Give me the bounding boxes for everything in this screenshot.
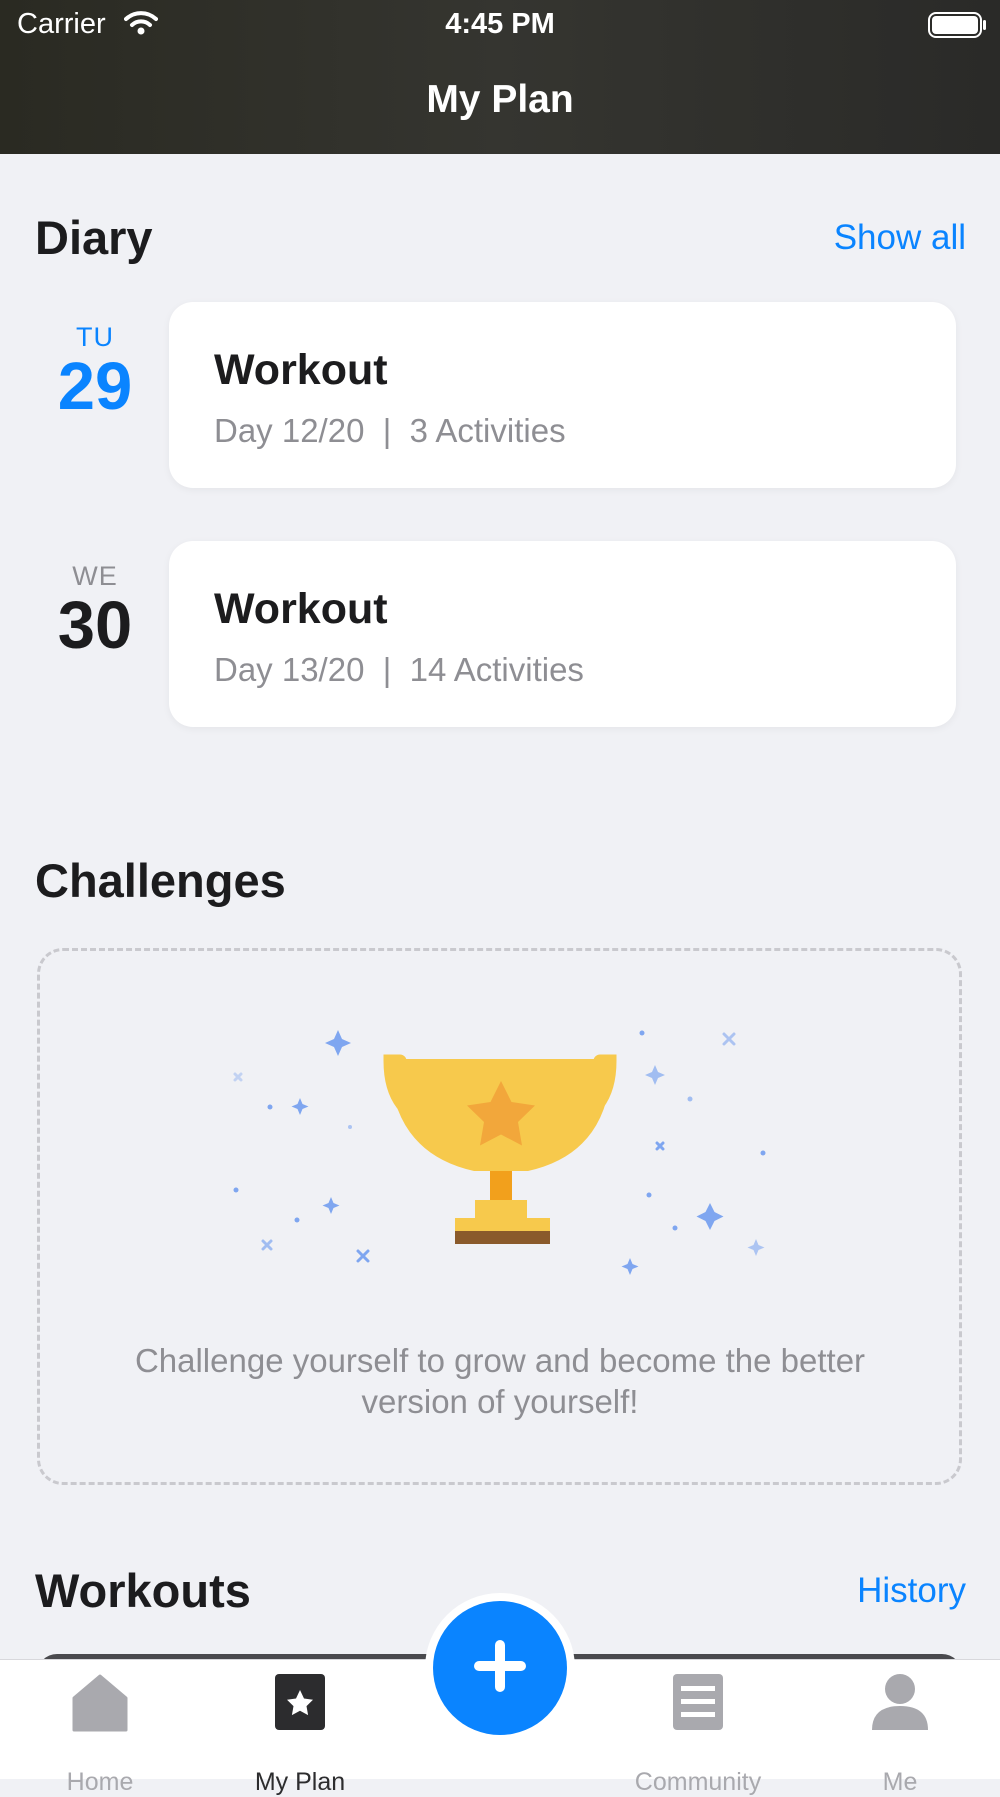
tab-label: Home	[66, 1768, 134, 1796]
add-button[interactable]	[433, 1601, 567, 1735]
challenges-empty-text: Challenge yourself to grow and become th…	[134, 1342, 866, 1420]
tab-my-plan[interactable]: My Plan	[230, 1672, 370, 1796]
plus-icon	[472, 1638, 528, 1699]
workouts-section-title: Workouts	[35, 1564, 251, 1617]
app-header: Carrier 4:45 PM My Plan	[0, 0, 1000, 154]
trophy-icon	[210, 1015, 790, 1290]
tab-label: Community	[634, 1768, 762, 1796]
diary-date-we: WE 30	[35, 561, 155, 661]
day-abbr: WE	[72, 561, 118, 591]
entry-subtitle: Day 13/20 | 14 Activities	[214, 651, 584, 688]
diary-entry-card[interactable]: Workout Day 13/20 | 14 Activities	[169, 541, 956, 727]
history-link[interactable]: History	[857, 1571, 966, 1611]
entry-subtitle: Day 12/20 | 3 Activities	[214, 412, 566, 449]
home-icon	[70, 1674, 130, 1736]
document-icon	[668, 1674, 728, 1736]
page-title: My Plan	[426, 78, 574, 121]
tab-community[interactable]: Community	[628, 1672, 768, 1796]
entry-title: Workout	[214, 346, 388, 394]
tab-label: Me	[882, 1768, 918, 1796]
day-number: 29	[57, 349, 133, 424]
star-square-icon	[270, 1674, 330, 1736]
diary-entry-card[interactable]: Workout Day 12/20 | 3 Activities	[169, 302, 956, 488]
entry-title: Workout	[214, 585, 388, 633]
day-abbr: TU	[76, 322, 114, 352]
tab-label: My Plan	[254, 1768, 346, 1796]
diary-section-title: Diary	[35, 211, 153, 264]
show-all-link[interactable]: Show all	[834, 218, 966, 258]
person-icon	[870, 1674, 930, 1736]
day-number: 30	[57, 588, 133, 663]
challenges-section-title: Challenges	[35, 854, 286, 907]
tab-me[interactable]: Me	[830, 1672, 970, 1796]
battery-icon	[928, 12, 988, 43]
status-time: 4:45 PM	[445, 8, 555, 40]
tab-home[interactable]: Home	[30, 1672, 170, 1796]
diary-date-tu: TU 29	[35, 322, 155, 422]
